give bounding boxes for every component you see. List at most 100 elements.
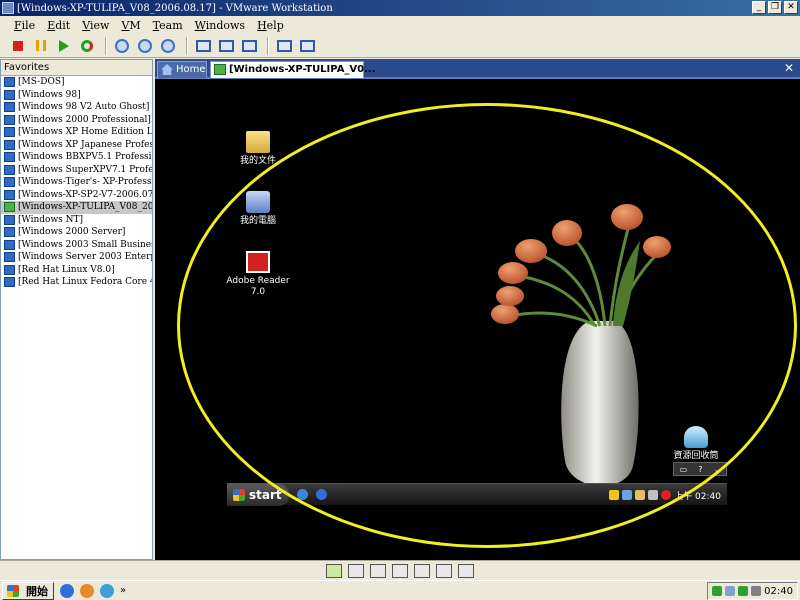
guest-system-tray: 上午 02:40 bbox=[609, 487, 721, 503]
host-start-button[interactable]: 開始 bbox=[2, 581, 54, 600]
power-on-button[interactable] bbox=[54, 36, 74, 56]
menu-view[interactable]: View bbox=[76, 19, 115, 32]
take-snapshot-button[interactable] bbox=[112, 36, 132, 56]
error-icon[interactable] bbox=[661, 490, 672, 500]
network-icon[interactable] bbox=[622, 490, 633, 500]
console-view-button[interactable] bbox=[274, 36, 294, 56]
favorites-item-label: [Windows-XP-TULIPA_V08_2006. bbox=[18, 202, 153, 213]
title-bar[interactable]: [Windows-XP-TULIPA_V08_2006.08.17] - VMw… bbox=[0, 0, 800, 16]
console-icon bbox=[276, 39, 292, 52]
favorites-item-label: [Windows NT] bbox=[18, 214, 84, 225]
warning-icon[interactable] bbox=[609, 490, 620, 500]
network-adapter-icon[interactable] bbox=[392, 563, 408, 578]
favorites-item-label: [Windows 2000 Professional] bbox=[18, 114, 151, 125]
desktop-icon-label: 我的電腦 bbox=[239, 216, 276, 226]
favorites-item-label: [Windows 98 V2 Auto Ghost] bbox=[18, 102, 150, 113]
minimize-button[interactable]: _ bbox=[752, 1, 766, 14]
sound-icon[interactable] bbox=[436, 563, 452, 578]
home-icon bbox=[161, 64, 173, 75]
desktop-icon[interactable] bbox=[100, 583, 114, 598]
favorites-item[interactable]: [Windows SuperXPV7.1 Professiona bbox=[1, 164, 152, 177]
menu-team[interactable]: Team bbox=[147, 19, 189, 32]
windows-flag-icon bbox=[233, 488, 245, 501]
vm-icon bbox=[4, 252, 15, 263]
cd-rom-icon[interactable] bbox=[370, 563, 386, 578]
menu-vm[interactable]: VM bbox=[115, 19, 146, 32]
ie-icon[interactable] bbox=[60, 583, 74, 598]
usb-icon[interactable] bbox=[414, 563, 430, 578]
network-icon[interactable] bbox=[712, 586, 723, 596]
vm-icon bbox=[4, 214, 15, 225]
summary-icon bbox=[299, 39, 315, 52]
favorites-item[interactable]: [Windows-Tiger's- XP-Professional- bbox=[1, 176, 152, 189]
more-chevron-icon[interactable]: » bbox=[120, 585, 126, 596]
adobe-reader-icon bbox=[246, 251, 270, 273]
host-taskbar: 開始 » 02:40 bbox=[0, 580, 800, 600]
desktop-icon-my-documents[interactable]: 我的文件 bbox=[223, 131, 293, 167]
security-icon[interactable] bbox=[635, 490, 646, 500]
floppy-icon[interactable] bbox=[348, 563, 364, 578]
toolbar-separator bbox=[267, 36, 269, 55]
snapshot-manager-button[interactable] bbox=[158, 36, 178, 56]
menu-windows[interactable]: Windows bbox=[189, 19, 251, 32]
guest-start-button[interactable]: start bbox=[227, 483, 289, 506]
guest-desktop[interactable]: 我的文件 我的電腦 Adobe Reader 7.0 資源回收筒 ▭ ? ⌄ s… bbox=[155, 81, 800, 560]
favorites-item[interactable]: [Red Hat Linux Fedora Core 4] bbox=[1, 276, 152, 289]
favorites-item[interactable]: [Windows 2000 Professional] bbox=[1, 114, 152, 127]
ie-icon[interactable] bbox=[297, 489, 308, 500]
quick-launch-icon[interactable] bbox=[316, 489, 327, 500]
power-off-button[interactable] bbox=[8, 36, 28, 56]
vm-icon bbox=[4, 202, 15, 213]
favorites-item[interactable]: [Windows XP Japanese Professional bbox=[1, 139, 152, 152]
sidebar-toggle-button[interactable] bbox=[193, 36, 213, 56]
tab-vm[interactable]: [Windows-XP-TULIPA_V0... bbox=[210, 61, 376, 78]
favorites-item[interactable]: [Windows 2003 Small Business Serv bbox=[1, 239, 152, 252]
toolbar-separator bbox=[105, 36, 107, 55]
quick-switch-button[interactable] bbox=[216, 36, 236, 56]
favorites-item[interactable]: [MS-DOS] bbox=[1, 76, 152, 89]
revert-snapshot-button[interactable] bbox=[135, 36, 155, 56]
vm-icon bbox=[4, 127, 15, 138]
summary-view-button[interactable] bbox=[297, 36, 317, 56]
menu-file[interactable]: File bbox=[8, 19, 41, 32]
snapshot-manager-icon bbox=[161, 38, 175, 53]
favorites-item[interactable]: [Windows 98 V2 Auto Ghost] bbox=[1, 101, 152, 114]
desktop-icon-adobe-reader[interactable]: Adobe Reader 7.0 bbox=[223, 251, 293, 298]
close-tab-icon[interactable]: ✕ bbox=[784, 61, 794, 75]
sidebar-icon bbox=[195, 39, 211, 52]
favorites-item[interactable]: [Windows-XP-SP2-V7-2006.07.14_ bbox=[1, 189, 152, 202]
restore-button[interactable]: ❐ bbox=[768, 1, 782, 14]
reset-button[interactable] bbox=[77, 36, 97, 56]
help-icon[interactable] bbox=[458, 563, 474, 578]
desktop-icon-my-computer[interactable]: 我的電腦 bbox=[223, 191, 293, 227]
media-icon[interactable] bbox=[80, 583, 94, 598]
favorites-item[interactable]: [Windows-XP-TULIPA_V08_2006. bbox=[1, 201, 152, 214]
favorites-item[interactable]: [Windows Server 2003 Enterprise E bbox=[1, 251, 152, 264]
vm-icon bbox=[4, 227, 15, 238]
favorites-item[interactable]: [Red Hat Linux V8.0] bbox=[1, 264, 152, 277]
close-button[interactable]: ✕ bbox=[784, 1, 798, 14]
vmware-tray-icon[interactable] bbox=[725, 586, 736, 596]
favorites-item[interactable]: [Windows NT] bbox=[1, 214, 152, 227]
status-icon[interactable] bbox=[738, 586, 749, 596]
language-bar[interactable]: ▭ ? ⌄ bbox=[673, 462, 727, 476]
menu-edit[interactable]: Edit bbox=[41, 19, 76, 32]
favorites-item-label: [Windows XP Home Edition LEO] bbox=[18, 127, 153, 138]
volume-icon[interactable] bbox=[751, 586, 762, 596]
favorites-item[interactable]: [Windows BBXPV5.1 Professional] bbox=[1, 151, 152, 164]
menu-help[interactable]: Help bbox=[251, 19, 290, 32]
vm-icon bbox=[4, 189, 15, 200]
volume-icon[interactable] bbox=[648, 490, 659, 500]
favorites-item[interactable]: [Windows 2000 Server] bbox=[1, 226, 152, 239]
vm-device-status-bar bbox=[0, 560, 800, 580]
favorites-item[interactable]: [Windows 98] bbox=[1, 89, 152, 102]
full-screen-button[interactable] bbox=[239, 36, 259, 56]
favorites-item[interactable]: [Windows XP Home Edition LEO] bbox=[1, 126, 152, 139]
hard-disk-icon[interactable] bbox=[326, 563, 342, 578]
host-system-tray: 02:40 bbox=[707, 582, 798, 600]
desktop-icon-label: 我的文件 bbox=[239, 156, 276, 166]
suspend-button[interactable] bbox=[31, 36, 51, 56]
guest-taskbar: start 上午 02:40 bbox=[227, 483, 727, 506]
tab-home[interactable]: Home bbox=[157, 61, 207, 78]
minimize-langbar-icon: ⌄ bbox=[713, 464, 721, 474]
